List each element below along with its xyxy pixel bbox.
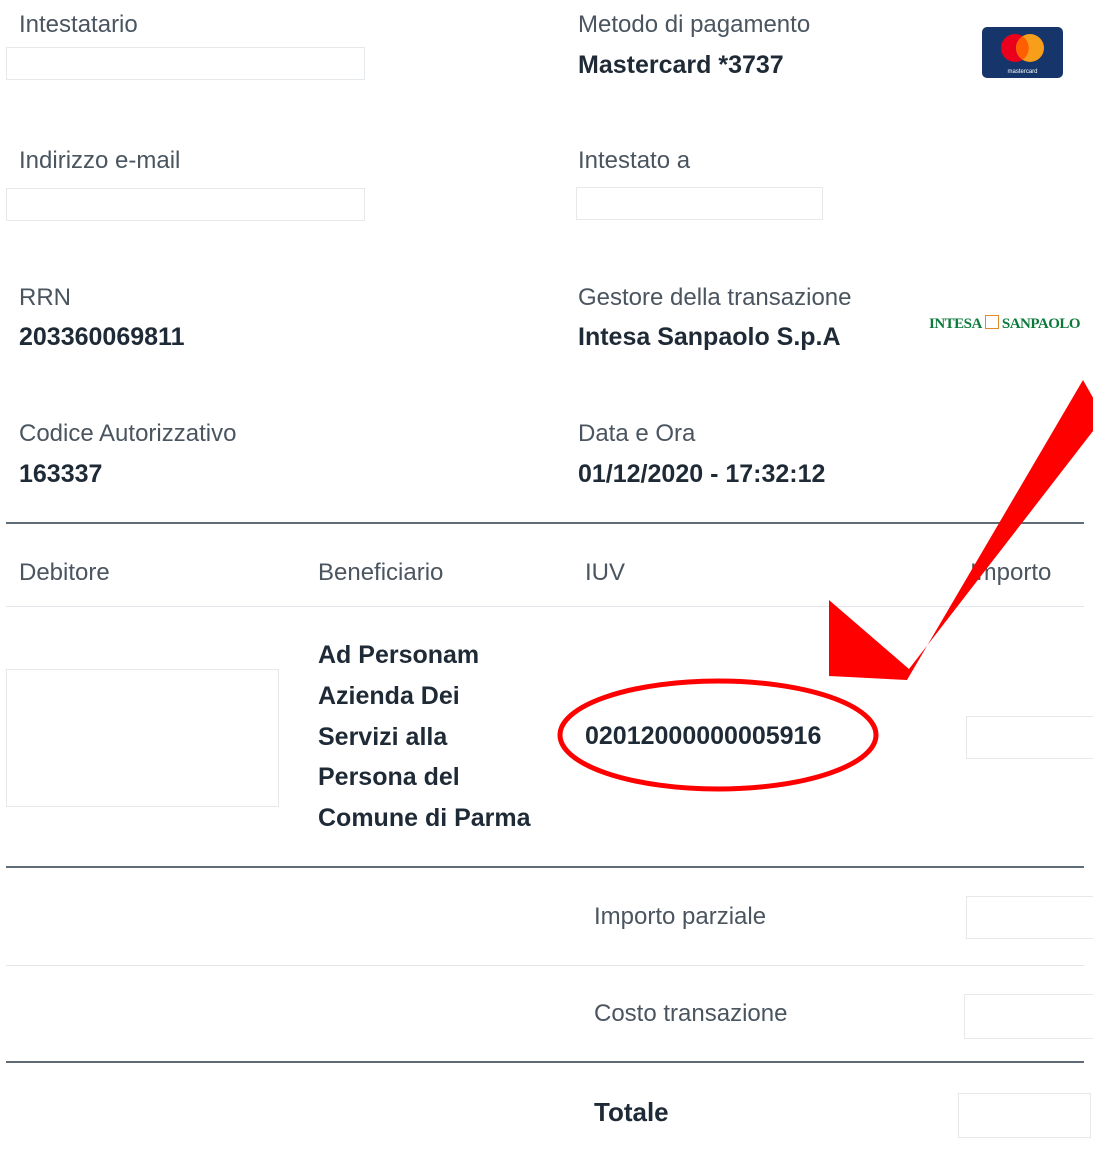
intesa-sanpaolo-logo: INTESA SANPAOLO bbox=[929, 315, 1081, 332]
rrn-label: RRN bbox=[19, 284, 71, 311]
costo-transazione-label: Costo transazione bbox=[594, 1000, 788, 1027]
summary-row-divider bbox=[6, 965, 1084, 966]
intestato-label: Intestato a bbox=[578, 147, 691, 174]
gestore-label: Gestore della transazione bbox=[578, 284, 852, 311]
metodo-label: Metodo di pagamento bbox=[578, 11, 811, 38]
data-ora-label: Data e Ora bbox=[578, 420, 696, 447]
svg-text:mastercard: mastercard bbox=[1007, 69, 1037, 75]
email-field bbox=[6, 188, 365, 221]
red-arrow-icon bbox=[829, 380, 1093, 680]
importo-parziale-field bbox=[966, 896, 1093, 939]
debitore-field bbox=[6, 669, 279, 807]
total-divider bbox=[6, 1061, 1084, 1063]
importo-parziale-label: Importo parziale bbox=[594, 903, 767, 930]
beneficiario-line: Persona del bbox=[318, 763, 460, 792]
header-divider bbox=[6, 606, 1084, 607]
intestato-field bbox=[576, 187, 823, 220]
codice-label: Codice Autorizzativo bbox=[19, 420, 237, 447]
iuv-value: 02012000000005916 bbox=[585, 722, 822, 750]
gestore-value: Intesa Sanpaolo S.p.A bbox=[578, 323, 841, 351]
totale-field bbox=[958, 1093, 1091, 1138]
totale-label: Totale bbox=[594, 1097, 669, 1127]
importo-field bbox=[966, 716, 1093, 759]
beneficiario-line: Azienda Dei bbox=[318, 681, 460, 710]
header-beneficiario: Beneficiario bbox=[318, 559, 444, 586]
costo-transazione-field bbox=[964, 994, 1093, 1039]
header-importo: Importo bbox=[970, 559, 1052, 586]
email-label: Indirizzo e-mail bbox=[19, 147, 181, 174]
rrn-value: 203360069811 bbox=[19, 323, 185, 351]
section-divider bbox=[6, 522, 1084, 524]
mastercard-icon: mastercard bbox=[982, 27, 1063, 78]
summary-divider bbox=[6, 866, 1084, 868]
beneficiario-line: Ad Personam bbox=[318, 641, 480, 669]
metodo-value: Mastercard *3737 bbox=[578, 51, 784, 79]
header-debitore: Debitore bbox=[19, 559, 110, 586]
beneficiario-cell: Ad Personam Azienda Dei Servizi alla Per… bbox=[318, 635, 531, 839]
codice-value: 163337 bbox=[19, 460, 103, 488]
intestatario-label: Intestatario bbox=[19, 11, 138, 38]
beneficiario-line: Servizi alla bbox=[318, 722, 448, 751]
beneficiario-line: Comune di Parma bbox=[318, 804, 531, 833]
intestatario-field bbox=[6, 47, 365, 80]
data-ora-value: 01/12/2020 - 17:32:12 bbox=[578, 460, 826, 488]
header-iuv: IUV bbox=[585, 559, 626, 586]
